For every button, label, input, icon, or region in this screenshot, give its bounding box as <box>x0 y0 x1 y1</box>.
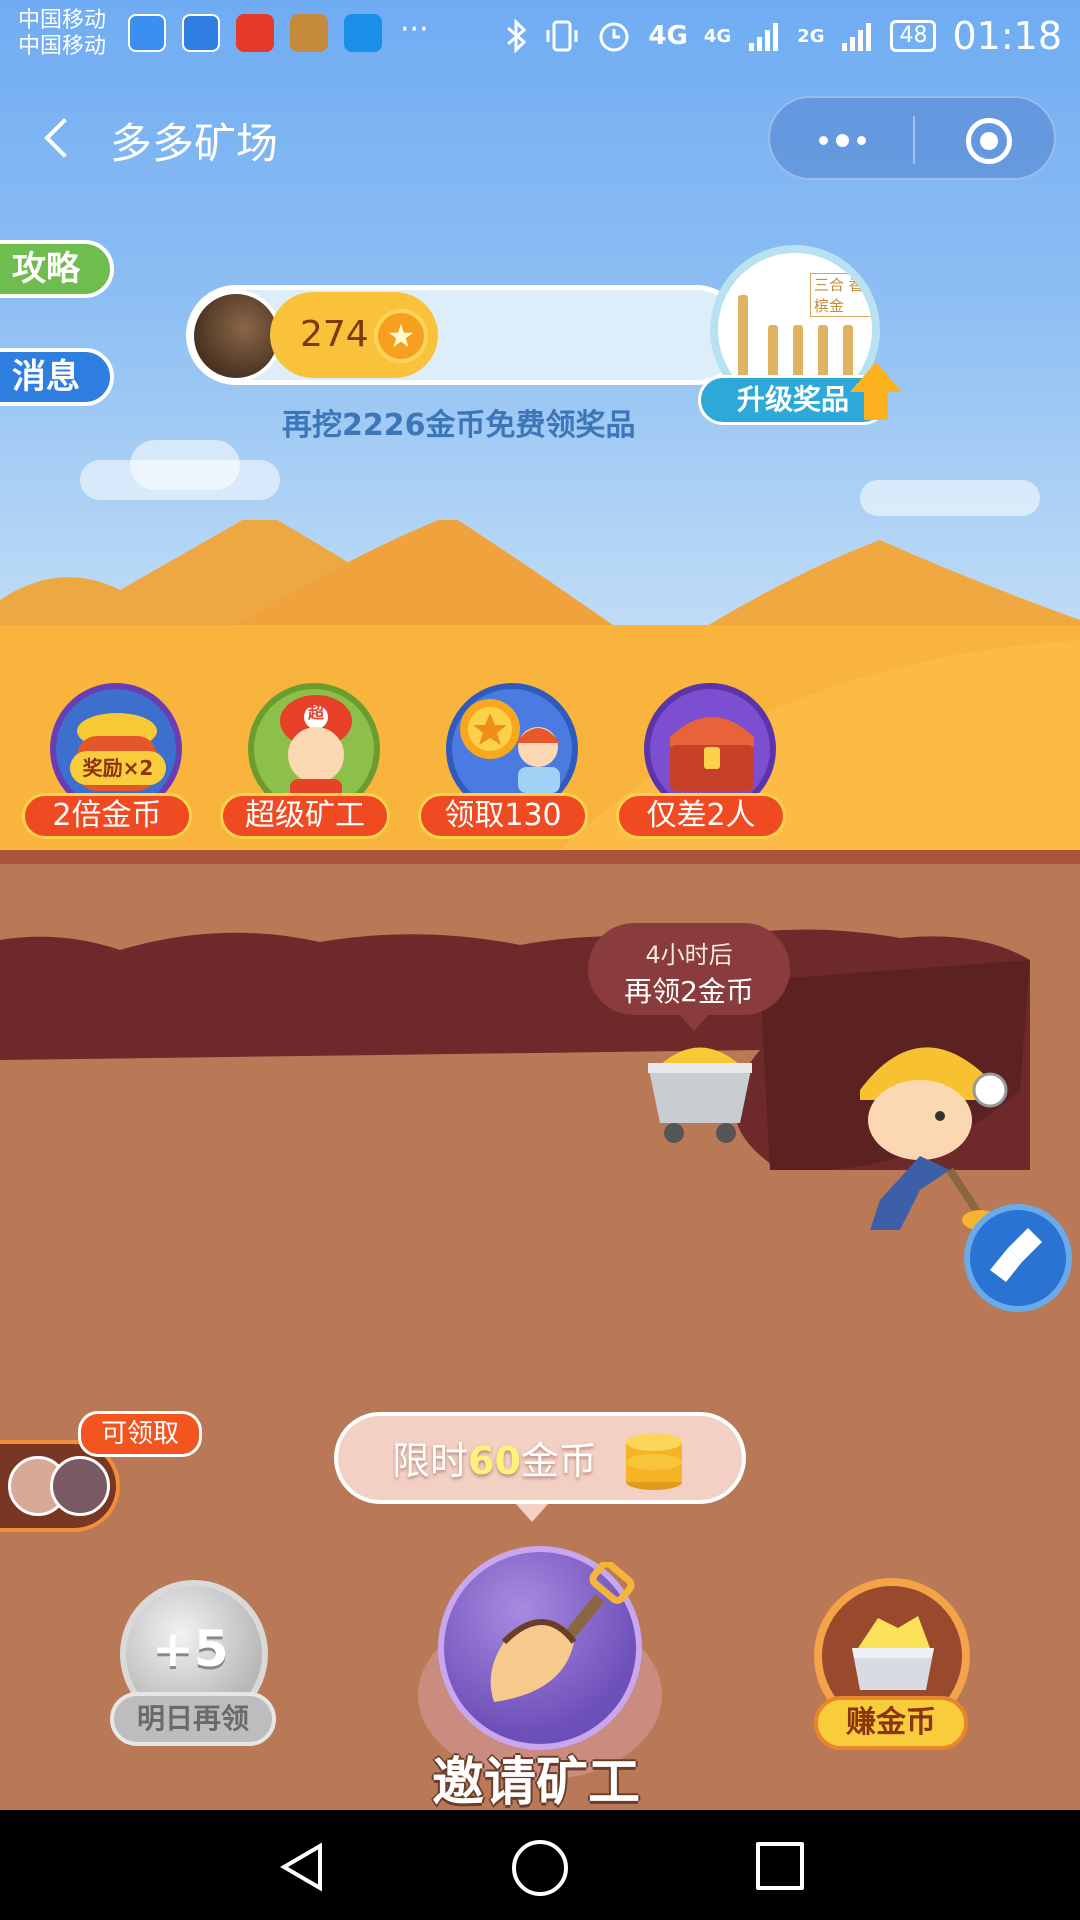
alipay-icon <box>344 14 382 52</box>
app-icon-2 <box>182 14 220 52</box>
carrier-1: 中国移动 <box>18 8 107 33</box>
cable-icon <box>738 295 748 385</box>
coin-stack-icon <box>626 1433 682 1490</box>
next-reward-amount: 再领2金币 <box>624 975 754 1008</box>
messages-tab[interactable]: 消息 <box>0 348 114 406</box>
carrier-info: 中国移动 中国移动 <box>18 8 106 60</box>
battery-indicator: 48 <box>890 20 937 52</box>
star-coin-icon: ★ <box>374 309 428 363</box>
page-title: 多多矿场 <box>110 119 279 168</box>
miner-with-coin-icon <box>460 699 560 793</box>
alarm-icon <box>599 22 629 52</box>
shovel-icon <box>490 1562 635 1702</box>
mine-border <box>0 850 1080 864</box>
broom-icon <box>990 1228 1042 1282</box>
prize-hint-text: 再挖2226金币免费领奖品 <box>282 408 636 443</box>
network-2g: 2G <box>797 25 825 47</box>
back-button[interactable] <box>30 108 90 168</box>
nav-recents-icon[interactable] <box>756 1842 804 1890</box>
invite-miner-label: 邀请矿工 <box>432 1753 641 1813</box>
network-4g-2: 4G <box>703 25 732 47</box>
miner-character <box>860 1047 1008 1230</box>
app-icon-1 <box>128 14 166 52</box>
reward-badge: 奖励×2 <box>70 751 166 785</box>
network-4g-1: 4G <box>648 21 688 51</box>
team-label: 仅差2人 <box>616 793 786 839</box>
bluetooth-icon <box>507 18 527 54</box>
status-bar: 中国移动 中国移动 ··· 4G 4G 2G 48 01:18 <box>0 0 1080 72</box>
signal-icon <box>749 23 779 51</box>
guide-tab[interactable]: 攻略 <box>0 240 114 298</box>
mine-cart-icon[interactable] <box>640 1035 760 1147</box>
close-miniprogram-button[interactable] <box>966 118 1012 164</box>
super-miner-label: 超级矿工 <box>220 793 390 839</box>
nav-home-icon[interactable] <box>512 1840 568 1896</box>
app-icon-4 <box>290 14 328 52</box>
more-notifications: ··· <box>400 12 429 47</box>
invite-miner-button[interactable] <box>438 1546 642 1750</box>
tomorrow-bonus-amount: +5 <box>152 1620 229 1678</box>
claim-130-label: 领取130 <box>418 793 588 839</box>
clock: 01:18 <box>952 14 1062 58</box>
mini-program-capsule <box>768 96 1056 180</box>
clean-button[interactable] <box>964 1204 1072 1312</box>
tomorrow-claim-button[interactable]: 明日再领 <box>110 1692 276 1746</box>
next-reward-time: 4小时后 <box>645 941 733 969</box>
coin-count: 274 <box>300 314 369 355</box>
vibrate-icon <box>546 20 578 52</box>
nav-back-icon[interactable] <box>276 1840 330 1894</box>
capsule-divider <box>913 116 915 164</box>
carrier-2: 中国移动 <box>18 34 107 59</box>
super-badge: 超 <box>307 703 324 722</box>
earn-coins-button[interactable]: 赚金币 <box>814 1696 968 1750</box>
next-reward-bubble: 4小时后 再领2金币 <box>588 923 790 1031</box>
user-avatar[interactable] <box>190 290 282 382</box>
system-nav-bar <box>0 1810 1080 1920</box>
prize-tag: 三合 香槟金 <box>810 273 872 317</box>
gold-basket-icon <box>852 1616 934 1690</box>
up-arrow-stem <box>864 390 888 420</box>
limit-amount: 60 <box>468 1439 521 1483</box>
cloud <box>860 480 1040 516</box>
claimable-tag[interactable]: 可领取 <box>78 1411 202 1457</box>
app-icon-3 <box>236 14 274 52</box>
limit-prefix: 限时 <box>392 1439 469 1483</box>
friend-avatar <box>50 1456 110 1516</box>
treasure-chest-icon <box>670 717 754 791</box>
title-bar: 多多矿场 <box>0 90 1080 190</box>
signal-icon-2 <box>842 23 872 51</box>
cloud <box>130 440 240 490</box>
double-coins-label: 2倍金币 <box>22 793 192 839</box>
up-arrow-icon <box>850 362 902 392</box>
limited-offer-text: 限时60金币 <box>392 1430 597 1485</box>
limit-suffix: 金币 <box>520 1439 597 1483</box>
more-menu-button[interactable] <box>812 122 872 158</box>
